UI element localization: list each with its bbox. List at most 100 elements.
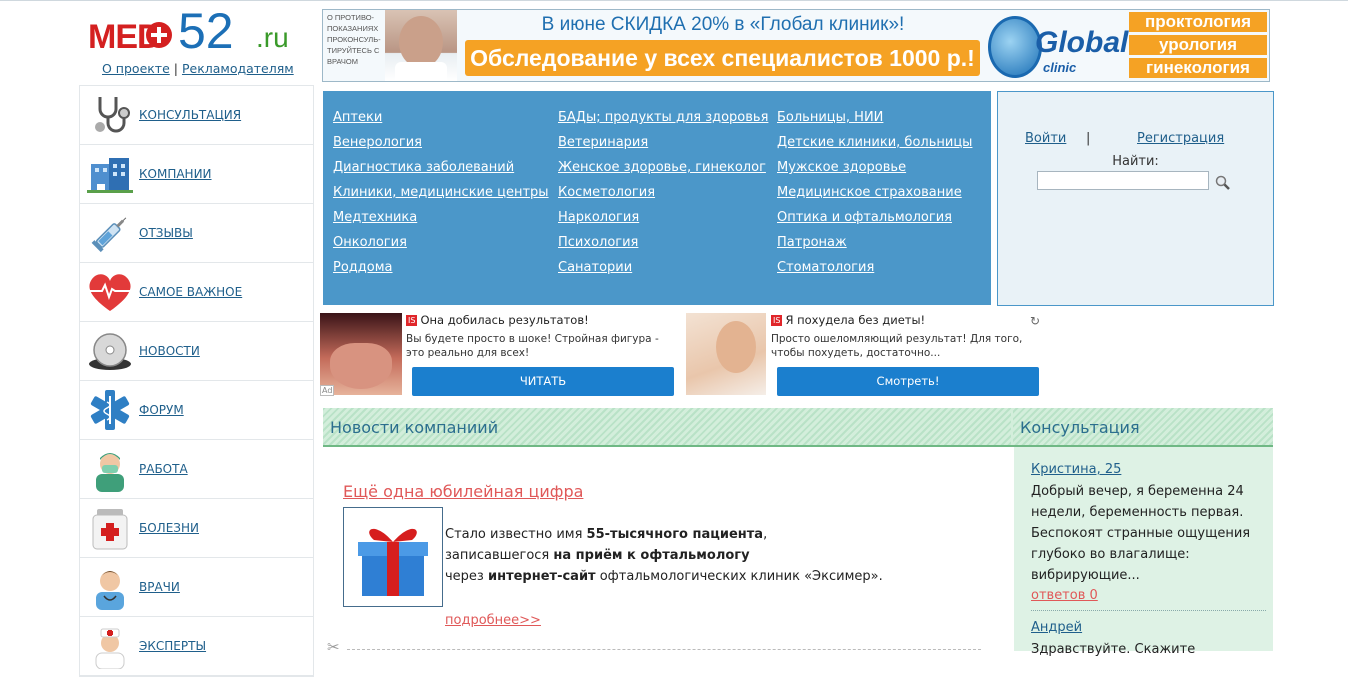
search-icon[interactable]: [1215, 175, 1231, 195]
refresh-icon[interactable]: ↻: [1030, 314, 1040, 328]
category-link[interactable]: Женское здоровье, гинеколог: [558, 159, 768, 184]
sidebar-item-doctors[interactable]: Врачи: [80, 558, 313, 617]
login-panel: Войти | Регистрация Найти:: [997, 91, 1274, 306]
ad-image[interactable]: [686, 313, 766, 395]
category-link[interactable]: Оптика и офтальмология: [777, 209, 972, 234]
consult-section-title: Консультация: [1020, 418, 1140, 437]
news-headline[interactable]: Ещё одна юбилейная цифра: [343, 482, 583, 501]
sidebar-item-label[interactable]: Компании: [139, 167, 212, 181]
stethoscope-icon: [86, 91, 134, 139]
consult-author[interactable]: Андрей: [1031, 620, 1082, 635]
consult-question: Здравствуйте. Скажите: [1031, 642, 1196, 657]
sidebar-item-label[interactable]: Врачи: [139, 580, 180, 594]
sidebar-item-consultation[interactable]: Консультация: [80, 86, 313, 145]
search-input[interactable]: [1037, 171, 1209, 190]
news-bold: на приём к офтальмологу: [553, 548, 750, 563]
category-link[interactable]: Ветеринария: [558, 134, 768, 159]
category-link[interactable]: Медицинское страхование: [777, 184, 972, 209]
consult-divider: [1031, 610, 1266, 611]
section-header-bar: Новости компаниий Консультация: [323, 408, 1273, 447]
signin-link[interactable]: Войти: [1025, 131, 1066, 146]
category-link[interactable]: Медтехника: [333, 209, 549, 234]
category-link[interactable]: Клиники, медицинские центры: [333, 184, 549, 209]
banner-tag: гинекология: [1129, 58, 1267, 78]
sidebar-item-label[interactable]: Работа: [139, 462, 188, 476]
sidebar-item-companies[interactable]: Компании: [80, 145, 313, 204]
category-link[interactable]: Диагностика заболеваний: [333, 159, 549, 184]
news-text: через: [445, 569, 488, 584]
site-logo[interactable]: MED 52 .ru: [88, 3, 303, 59]
banner-offer: Обследование у всех специалистов 1000 р.…: [465, 40, 980, 76]
consult-answers-link[interactable]: ответов 0: [1031, 588, 1098, 603]
banner-tag: проктология: [1129, 12, 1267, 32]
ad-badge: IS: [406, 315, 418, 326]
category-link[interactable]: Онкология: [333, 234, 549, 259]
banner-brand: Global: [1035, 26, 1129, 59]
sidebar-item-label[interactable]: Отзывы: [139, 226, 193, 240]
category-link[interactable]: Психология: [558, 234, 768, 259]
sidebar-nav: Консультация Компании Отзывы Самое важно…: [79, 85, 314, 677]
sidebar-item-jobs[interactable]: Работа: [80, 440, 313, 499]
news-text: офтальмологических клиник «Эксимер».: [595, 569, 883, 584]
read-more-link[interactable]: подробнее>>: [445, 613, 541, 628]
category-link[interactable]: Детские клиники, больницы: [777, 134, 972, 159]
ad-title[interactable]: IS Я похудела без диеты!: [771, 313, 925, 327]
ad-read-button[interactable]: ЧИТАТЬ: [412, 367, 674, 396]
category-link[interactable]: Косметология: [558, 184, 768, 209]
sidebar-item-news[interactable]: Новости: [80, 322, 313, 381]
sidebar-item-important[interactable]: Самое важное: [80, 263, 313, 322]
globe-icon: [988, 16, 1042, 78]
about-link[interactable]: О проекте: [102, 61, 170, 76]
category-link[interactable]: Патронаж: [777, 234, 972, 259]
ad-marker: Ad: [320, 385, 335, 396]
news-bold: интернет-сайт: [487, 569, 596, 584]
sidebar-item-label[interactable]: Новости: [139, 344, 200, 358]
category-link[interactable]: Мужское здоровье: [777, 159, 972, 184]
sidebar-item-label[interactable]: Консультация: [139, 108, 241, 122]
ad-watch-button[interactable]: Смотреть!: [777, 367, 1039, 396]
news-line: записавшегося на приём к офтальмологу: [445, 545, 883, 566]
category-column: БАДы; продукты для здоровья Ветеринария …: [558, 109, 768, 284]
ad-title-text: Она добилась результатов!: [420, 313, 589, 327]
category-link[interactable]: Аптеки: [333, 109, 549, 134]
category-link[interactable]: Больницы, НИИ: [777, 109, 972, 134]
register-link[interactable]: Регистрация: [1137, 131, 1224, 146]
native-ads: Ad IS Она добилась результатов! Вы будете…: [320, 311, 1044, 399]
category-column: Аптеки Венерология Диагностика заболеван…: [333, 109, 549, 284]
sidebar-item-reviews[interactable]: Отзывы: [80, 204, 313, 263]
news-text: записавшегося: [445, 548, 554, 563]
medical-star-icon: [86, 386, 134, 434]
ad-badge: IS: [771, 315, 783, 326]
sidebar-item-diseases[interactable]: Болезни: [80, 499, 313, 558]
consult-question: Добрый вечер, я беременна 24 недели, бер…: [1031, 484, 1251, 583]
advertisers-link[interactable]: Рекламодателям: [182, 61, 294, 76]
category-link[interactable]: БАДы; продукты для здоровья: [558, 109, 768, 134]
logo-tld: .ru: [256, 22, 289, 53]
ad-image[interactable]: [320, 313, 402, 395]
header-divider: [1011, 408, 1013, 445]
ad-title[interactable]: IS Она добилась результатов!: [406, 313, 589, 327]
banner-tag: урология: [1129, 35, 1267, 55]
sidebar-item-forum[interactable]: Форум: [80, 381, 313, 440]
sidebar-item-label[interactable]: Самое важное: [139, 285, 242, 299]
sidebar-item-experts[interactable]: Эксперты: [80, 617, 313, 676]
category-link[interactable]: Наркология: [558, 209, 768, 234]
sidebar-item-label[interactable]: Болезни: [139, 521, 199, 535]
sidebar-item-label[interactable]: Форум: [139, 403, 184, 417]
consult-author[interactable]: Кристина, 25: [1031, 462, 1121, 477]
news-divider: [347, 649, 981, 650]
news-line: Стало известно имя 55-тысячного пациента…: [445, 524, 883, 545]
ad-title-text: Я похудела без диеты!: [785, 313, 926, 327]
category-link[interactable]: Роддома: [333, 259, 549, 284]
ad-banner[interactable]: О ПРОТИВО-ПОКАЗАНИЯХ ПРОКОНСУЛЬ-ТИРУЙТЕС…: [322, 9, 1270, 82]
ad-description: Просто ошеломляющий результат! Для того,…: [771, 333, 1023, 359]
logo-number: 52: [178, 3, 234, 59]
gift-box-image[interactable]: [343, 507, 443, 607]
company-news: Ещё одна юбилейная цифра Стало известно …: [323, 447, 1011, 656]
category-link[interactable]: Стоматология: [777, 259, 972, 284]
red-cross-icon: [146, 22, 172, 48]
category-link[interactable]: Венерология: [333, 134, 549, 159]
nurse-icon: [86, 622, 134, 670]
banner-tags: проктология урология гинекология: [1129, 12, 1267, 81]
category-link[interactable]: Санатории: [558, 259, 768, 284]
